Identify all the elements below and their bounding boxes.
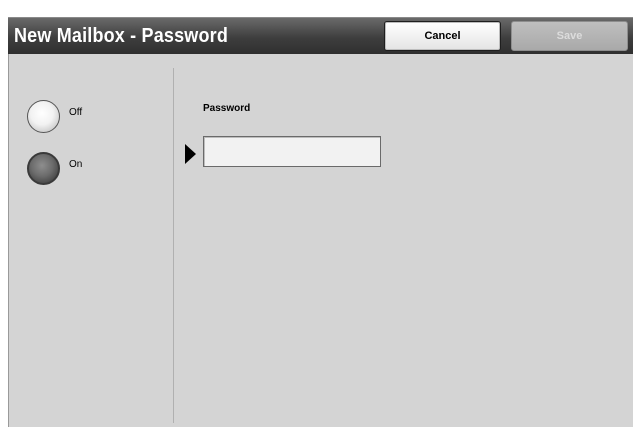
radio-on-label: On bbox=[69, 158, 83, 170]
radio-off-icon[interactable] bbox=[27, 100, 60, 133]
triangle-right-icon bbox=[185, 144, 196, 164]
page-title: New Mailbox - Password bbox=[14, 25, 229, 47]
title-bar: New Mailbox - Password Cancel Save bbox=[8, 17, 633, 54]
password-label: Password bbox=[203, 103, 251, 114]
screen: New Mailbox - Password Cancel Save Off O… bbox=[0, 0, 633, 427]
save-button: Save bbox=[511, 21, 628, 51]
radio-off-label: Off bbox=[69, 106, 83, 118]
radio-option-off[interactable]: Off bbox=[27, 100, 82, 133]
radio-option-on[interactable]: On bbox=[27, 152, 82, 185]
password-input[interactable] bbox=[203, 136, 381, 167]
cancel-button[interactable]: Cancel bbox=[384, 21, 501, 51]
content-panel: Off On Password bbox=[8, 54, 633, 427]
vertical-divider bbox=[173, 68, 174, 423]
radio-on-icon[interactable] bbox=[27, 152, 60, 185]
